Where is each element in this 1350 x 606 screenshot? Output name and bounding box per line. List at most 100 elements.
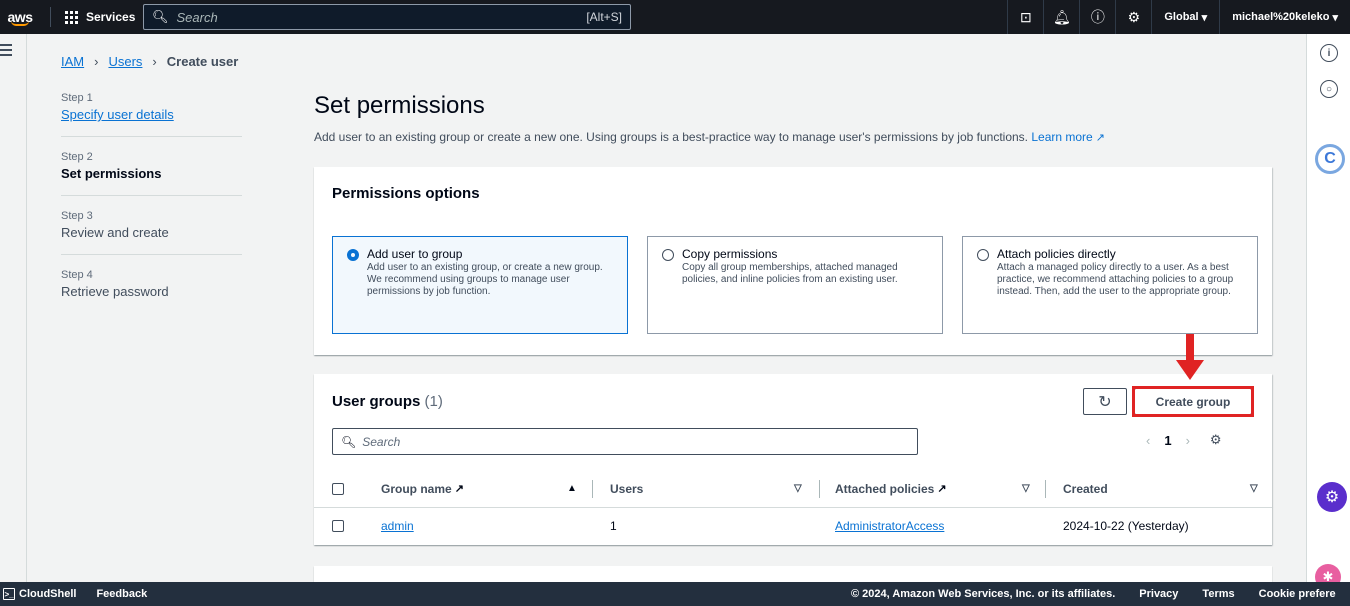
search-shortcut-hint: [Alt+S] [586,10,622,24]
group-name-link[interactable]: admin [381,519,414,533]
table-row: admin 1 AdministratorAccess 2024-10-22 (… [314,508,1272,544]
create-group-button[interactable]: Create group [1134,388,1252,415]
search-placeholder: Search [176,9,218,25]
feedback-link[interactable]: Feedback [96,588,147,600]
help-icon[interactable]: ⓘ [1079,0,1115,34]
account-menu[interactable]: michael%20keleko ▾ [1219,0,1350,34]
step-2-title: Set permissions [61,166,162,181]
breadcrumb: IAM › Users › Create user [61,54,238,69]
cookie-preferences-link[interactable]: Cookie prefere [1259,588,1336,600]
select-all-checkbox[interactable] [332,470,344,507]
user-groups-title: User groups [332,393,421,410]
column-created[interactable]: Created [1063,470,1108,507]
breadcrumb-iam-link[interactable]: IAM [61,54,84,69]
learn-more-link[interactable]: Learn more ↗ [1031,130,1105,144]
cloudshell-button[interactable]: >_ CloudShell [3,588,76,600]
permissions-tiles: Add user to group Add user to an existin… [332,236,1258,334]
step-4-title: Retrieve password [61,284,169,299]
option-add-user-to-group[interactable]: Add user to group Add user to an existin… [332,236,628,334]
services-menu-button[interactable]: Services [65,10,135,24]
aws-smile-icon [11,21,29,26]
step-number: Step 1 [61,92,93,104]
settings-gear-icon[interactable]: ⚙ [1115,0,1151,34]
wizard-steps: Step 1 Specify user details Step 2 Set p… [61,92,242,327]
footer-right: © 2024, Amazon Web Services, Inc. or its… [851,588,1336,600]
extension-c-icon[interactable]: C [1315,144,1345,174]
notifications-bell-icon[interactable]: 🔔︎ [1043,0,1079,34]
column-label: Created [1063,481,1108,496]
option-description: Add user to an existing group, or create… [367,262,603,297]
assistant-gear-icon[interactable]: ⚙ [1317,482,1347,512]
refresh-button[interactable]: ↻ [1083,388,1127,415]
cloudshell-icon[interactable]: ⊡ [1007,0,1043,34]
learn-more-label: Learn more [1031,130,1093,144]
external-link-icon: ↗ [937,483,947,495]
radio-selected-icon [347,249,359,261]
right-utility-rail: i ○ C ⚙ ✱ [1306,34,1350,590]
hamburger-menu-icon[interactable] [0,44,20,60]
user-groups-heading: User groups (1) [332,393,443,410]
radio-unselected-icon [977,249,989,261]
column-attached-policies[interactable]: Attached policies ↗ [835,470,947,507]
grid-icon [65,10,78,24]
region-selector[interactable]: Global ▾ [1151,0,1219,34]
external-link-icon: ↗ [454,483,464,495]
global-search-input[interactable]: 🔍︎ Search [Alt+S] [143,4,631,30]
column-users[interactable]: Users [610,470,643,507]
radio-unselected-icon [662,249,674,261]
option-description: Attach a managed policy directly to a us… [997,262,1234,297]
group-created-date: 2024-10-22 (Yesterday) [1063,519,1189,533]
column-divider [592,480,593,498]
column-label: Users [610,481,644,496]
side-nav-divider [26,34,27,582]
column-divider [819,480,820,498]
info-panel-icon[interactable]: i [1320,44,1338,62]
option-attach-policies-directly[interactable]: Attach policies directly Attach a manage… [962,236,1258,334]
step-number: Step 3 [61,210,93,222]
column-label: Attached policies [835,481,935,496]
account-label: michael%20keleko [1232,11,1330,23]
terms-link[interactable]: Terms [1202,588,1234,600]
sort-ascending-icon[interactable]: ▲ [567,470,577,507]
current-page[interactable]: 1 [1164,433,1171,448]
page-description: Add user to an existing group or create … [314,130,1105,144]
wizard-step-2: Step 2 Set permissions [61,151,242,196]
nav-right-group: ⊡ 🔔︎ ⓘ ⚙ Global ▾ michael%20keleko ▾ [1007,0,1350,34]
external-link-icon: ↗ [1095,132,1105,144]
chevron-right-icon: › [152,54,157,69]
sort-icon[interactable]: ▽ [1022,470,1030,507]
groups-search-input[interactable]: 🔍︎ Search [332,428,918,455]
column-group-name[interactable]: Group name ↗ [381,470,464,507]
option-label: Add user to group [367,247,463,261]
step-3-title: Review and create [61,225,169,240]
table-settings-gear-icon[interactable]: ⚙ [1210,432,1222,448]
search-icon: 🔍︎ [341,434,357,449]
cloudshell-terminal-icon: >_ [3,588,15,600]
shield-icon[interactable]: ○ [1320,80,1338,98]
row-checkbox[interactable] [332,508,344,544]
breadcrumb-users-link[interactable]: Users [108,54,142,69]
red-arrow-down-icon [1176,334,1204,380]
page-title: Set permissions [314,92,485,119]
step-1-link[interactable]: Specify user details [61,107,242,122]
wizard-step-3: Step 3 Review and create [61,210,242,255]
column-divider [1045,480,1046,498]
top-navigation: aws Services 🔍︎ Search [Alt+S] ⊡ 🔔︎ ⓘ ⚙ … [0,0,1350,34]
wizard-step-4: Step 4 Retrieve password [61,269,242,313]
page-description-text: Add user to an existing group or create … [314,130,1028,144]
step-number: Step 4 [61,269,93,281]
sort-icon[interactable]: ▽ [1250,470,1258,507]
breadcrumb-current: Create user [166,54,239,69]
prev-page-icon[interactable]: ‹ [1146,433,1150,448]
option-copy-permissions[interactable]: Copy permissions Copy all group membersh… [647,236,943,334]
aws-logo[interactable]: aws [0,0,40,34]
services-label: Services [86,10,136,24]
option-label: Attach policies directly [997,247,1116,261]
attached-policy-link[interactable]: AdministratorAccess [835,519,944,533]
privacy-link[interactable]: Privacy [1139,588,1178,600]
wizard-step-1: Step 1 Specify user details [61,92,242,137]
option-description: Copy all group memberships, attached man… [682,262,898,285]
sort-icon[interactable]: ▽ [794,470,802,507]
column-label: Group name [381,481,452,496]
next-page-icon[interactable]: › [1186,433,1190,448]
